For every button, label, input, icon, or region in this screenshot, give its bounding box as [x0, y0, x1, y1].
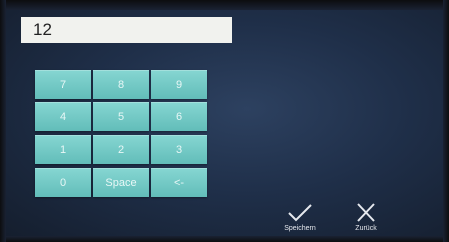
key-5[interactable]: 5: [93, 102, 149, 131]
numeric-keypad: 7 8 9 4 5 6 1 2 3 0 Space <-: [35, 70, 207, 198]
key-8[interactable]: 8: [93, 70, 149, 99]
numeric-keypad-screen: 12 7 8 9 4 5 6 1 2 3 0 Space <- Speicher…: [0, 0, 449, 242]
back-button-label: Zurück: [355, 225, 377, 232]
key-2[interactable]: 2: [93, 135, 149, 164]
key-0[interactable]: 0: [35, 168, 91, 197]
key-9[interactable]: 9: [151, 70, 207, 99]
bezel-left: [0, 0, 6, 242]
key-1[interactable]: 1: [35, 135, 91, 164]
number-input-field[interactable]: 12: [21, 17, 232, 43]
save-button[interactable]: Speichern: [275, 203, 325, 232]
x-icon: [357, 203, 375, 222]
key-3[interactable]: 3: [151, 135, 207, 164]
bezel-bottom: [0, 236, 449, 242]
key-backspace[interactable]: <-: [151, 168, 207, 197]
key-space[interactable]: Space: [93, 168, 149, 197]
back-button[interactable]: Zurück: [341, 203, 391, 232]
checkmark-icon: [288, 204, 312, 222]
key-6[interactable]: 6: [151, 102, 207, 131]
key-7[interactable]: 7: [35, 70, 91, 99]
key-4[interactable]: 4: [35, 102, 91, 131]
bezel-right: [443, 0, 449, 242]
bezel-top: [0, 0, 449, 10]
save-button-label: Speichern: [284, 225, 316, 232]
